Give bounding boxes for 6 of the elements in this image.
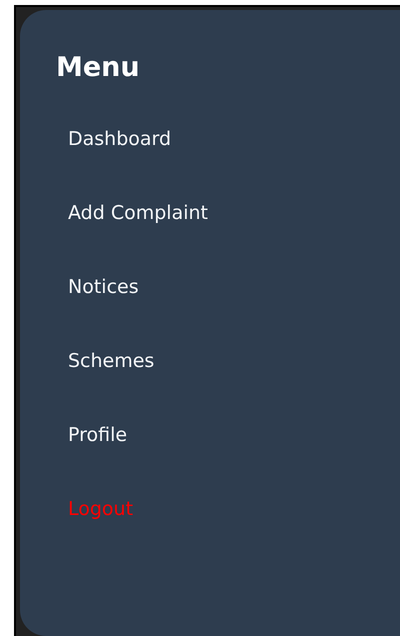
menu-item[interactable]: Add Complaint	[68, 199, 208, 227]
menu-title: Menu	[56, 51, 140, 85]
menu-item[interactable]: Profile	[68, 421, 128, 449]
menu-item[interactable]: Schemes	[68, 347, 154, 375]
menu-item[interactable]: Dashboard	[68, 125, 172, 153]
menu-item[interactable]: Notices	[68, 273, 139, 301]
